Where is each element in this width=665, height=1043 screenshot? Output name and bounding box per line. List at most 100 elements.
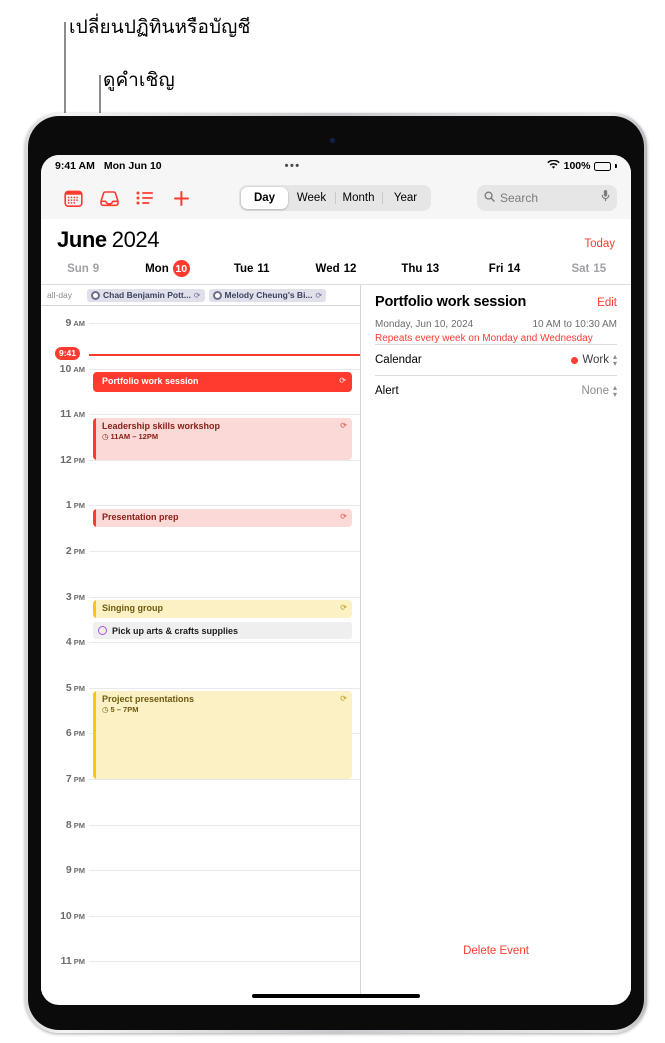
hour-label: 9 AM [65, 317, 85, 329]
reminder-circle-icon[interactable] [98, 626, 107, 635]
event-presentation-prep[interactable]: Presentation prep ⟳ [93, 509, 352, 527]
row-label: Calendar [375, 354, 422, 366]
alert-value: None [581, 385, 609, 397]
detail-row-calendar[interactable]: Calendar Work ▴ ▾ [375, 344, 617, 375]
repeat-icon: ⟳ [340, 512, 347, 521]
status-bar: 9:41 AM Mon Jun 10 ••• 100% [41, 155, 631, 177]
tab-week[interactable]: Week [288, 187, 335, 209]
front-camera-icon [330, 138, 335, 143]
weekday-wed[interactable]: Wed 12 [294, 260, 378, 277]
status-time: 9:41 AM [55, 160, 95, 172]
event-project-presentations[interactable]: Project presentations ◷ 5 – 7PM ⟳ [93, 691, 352, 779]
all-day-event-chip[interactable]: Chad Benjamin Pott... ⟳ [87, 288, 205, 302]
event-detail-pane: Portfolio work session Edit Monday, Jun … [361, 285, 631, 995]
weekday-mon[interactable]: Mon 10 [125, 260, 209, 277]
ipad-screen: 9:41 AM Mon Jun 10 ••• 100% Day Week Mon… [41, 155, 631, 1005]
weekday-label: Fri [488, 262, 504, 275]
tab-day[interactable]: Day [241, 187, 288, 209]
all-day-event-chip[interactable]: Melody Cheung's Bi... ⟳ [208, 288, 327, 302]
event-title: Singing group [102, 603, 163, 613]
selected-day-badge: 10 [172, 260, 190, 277]
weekday-tue[interactable]: Tue 11 [210, 260, 294, 277]
weekday-label: Wed [315, 262, 340, 275]
event-portfolio-work-session[interactable]: Portfolio work session ⟳ [93, 372, 352, 392]
page-title-year: 2024 [111, 227, 160, 252]
hour-label: 5 PM [65, 681, 85, 694]
calendar-color-dot [571, 356, 579, 364]
detail-title: Portfolio work session [375, 294, 527, 310]
multitasking-dots-icon[interactable]: ••• [285, 160, 301, 172]
weekday-fri[interactable]: Fri 14 [462, 260, 546, 277]
wifi-icon [546, 159, 560, 173]
weekday-sat[interactable]: Sat 15 [547, 260, 631, 277]
status-date: Mon Jun 10 [103, 160, 162, 172]
hour-label: 12 PM [60, 453, 85, 466]
hour-label: 10 PM [60, 909, 85, 922]
current-time-indicator: 9:41 [55, 346, 360, 360]
hour-label: 3 PM [65, 590, 85, 603]
weekday-number: 12 [343, 262, 357, 275]
event-color-bar [93, 600, 96, 618]
chevron-updown-icon[interactable]: ▴ ▾ [613, 352, 617, 368]
hour-label: 10 AM [59, 362, 85, 375]
event-leadership-skills-workshop[interactable]: Leadership skills workshop ◷ 11AM – 12PM … [93, 418, 352, 460]
tab-month[interactable]: Month [335, 187, 382, 209]
repeat-icon: ⟳ [193, 290, 201, 300]
repeat-icon: ⟳ [340, 421, 347, 430]
event-color-bar [93, 691, 96, 779]
event-color-bar [93, 418, 96, 460]
all-day-label: all-day [47, 290, 73, 300]
search-icon [484, 189, 495, 207]
event-title: Presentation prep [102, 512, 179, 522]
event-color-bar [93, 509, 96, 527]
edit-button[interactable]: Edit [597, 297, 617, 309]
detail-row-alert[interactable]: Alert None ▴ ▾ [375, 375, 617, 406]
callout-label-change-calendar: เปลี่ยนปฏิทินหรือบัญชี [69, 16, 251, 38]
row-value: Work ▴ ▾ [571, 352, 617, 368]
hour-label: 8 PM [65, 818, 85, 831]
repeat-icon: ⟳ [315, 290, 323, 300]
weekday-label: Tue [233, 262, 254, 275]
all-day-event-title: Melody Cheung's Bi... [224, 290, 313, 300]
weekday-number: 13 [426, 262, 440, 275]
main-content: all-day Chad Benjamin Pott... ⟳ Melody C… [41, 285, 631, 995]
battery-icon [594, 161, 612, 171]
repeat-icon: ⟳ [339, 376, 346, 385]
delete-event-button[interactable]: Delete Event [361, 945, 631, 957]
list-icon[interactable] [127, 183, 163, 213]
toolbar: Day Week Month Year Search [41, 177, 631, 219]
callout-label-view-invitations: ดูคำเชิญ [103, 69, 175, 91]
event-singing-group[interactable]: Singing group ⟳ [93, 600, 352, 618]
chevron-updown-icon[interactable]: ▴ ▾ [613, 383, 617, 399]
repeat-icon: ⟳ [340, 603, 347, 612]
event-time: ◷ 5 – 7PM [102, 705, 139, 714]
detail-date: Monday, Jun 10, 2024 [375, 319, 474, 330]
home-indicator[interactable] [252, 994, 420, 998]
hour-label: 7 PM [65, 773, 85, 785]
event-title: Leadership skills workshop [102, 421, 221, 431]
weekday-label: Thu [401, 262, 423, 275]
add-event-icon[interactable] [163, 183, 199, 213]
search-input[interactable]: Search [477, 185, 617, 211]
event-title: Project presentations [102, 694, 195, 704]
tab-year[interactable]: Year [382, 187, 429, 209]
reminder-pick-up-supplies[interactable]: Pick up arts & crafts supplies [93, 622, 352, 639]
weekday-label: Sun [67, 262, 89, 275]
calendars-icon[interactable] [55, 183, 91, 213]
weekday-strip: Sun 9 Mon 10 Tue 11 Wed 12 Thu 13 Fri 14… [41, 258, 631, 285]
today-button[interactable]: Today [584, 238, 615, 250]
clock-icon: ◷ [102, 432, 109, 441]
inbox-icon[interactable] [91, 183, 127, 213]
microphone-icon[interactable] [601, 189, 610, 207]
birthday-circle-icon [91, 290, 100, 300]
detail-time: 10 AM to 10:30 AM [532, 319, 618, 330]
page-title-month: June [57, 227, 107, 252]
view-mode-segmented-control[interactable]: Day Week Month Year [239, 185, 431, 211]
clock-icon: ◷ [102, 705, 109, 714]
weekday-number: 11 [257, 262, 270, 275]
weekday-sun[interactable]: Sun 9 [41, 260, 125, 277]
weekday-number: 9 [92, 262, 100, 275]
weekday-number: 15 [593, 262, 607, 275]
weekday-thu[interactable]: Thu 13 [378, 260, 462, 277]
event-title: Portfolio work session [102, 376, 199, 386]
